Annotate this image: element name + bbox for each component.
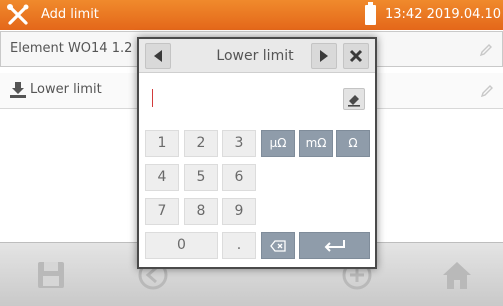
battery-icon (365, 2, 376, 25)
lower-limit-dialog: Lower limit 1 2 3 µΩ mΩ Ω 4 5 6 7 8 9 0 … (137, 37, 377, 269)
backspace-button[interactable] (261, 232, 295, 259)
backspace-icon (270, 240, 286, 252)
lower-limit-label: Lower limit (30, 82, 102, 97)
enter-icon (324, 240, 345, 252)
key-1[interactable]: 1 (145, 130, 179, 157)
wrench-screwdriver-icon (7, 4, 29, 25)
arrow-left-icon (154, 50, 162, 62)
unit-milliohm-key[interactable]: mΩ (299, 130, 333, 157)
next-button[interactable] (311, 43, 337, 69)
key-dot[interactable]: . (222, 232, 256, 259)
text-caret (152, 89, 153, 107)
pencil-icon[interactable] (478, 42, 494, 58)
pencil-icon[interactable] (479, 83, 495, 99)
value-input[interactable] (139, 74, 375, 124)
clear-button[interactable] (343, 88, 365, 110)
dialog-title: Lower limit (216, 48, 294, 64)
key-6[interactable]: 6 (222, 164, 256, 191)
unit-ohm-key[interactable]: Ω (336, 130, 370, 157)
key-0[interactable]: 0 (145, 232, 218, 259)
eraser-icon (348, 95, 360, 107)
download-arrow-icon (10, 82, 26, 98)
key-7[interactable]: 7 (145, 198, 179, 225)
save-icon[interactable] (34, 258, 68, 292)
close-icon (349, 49, 363, 63)
unit-microohm-key[interactable]: µΩ (261, 130, 295, 157)
element-name-label: Element WO14 1.2 (10, 41, 133, 56)
key-4[interactable]: 4 (145, 164, 179, 191)
arrow-right-icon (320, 50, 328, 62)
clock-readout: 13:42 2019.04.10 (385, 7, 502, 22)
key-2[interactable]: 2 (184, 130, 218, 157)
prev-button[interactable] (145, 43, 171, 69)
key-9[interactable]: 9 (222, 198, 256, 225)
page-title: Add limit (41, 7, 99, 22)
enter-button[interactable] (299, 232, 370, 259)
close-button[interactable] (343, 43, 369, 69)
key-8[interactable]: 8 (184, 198, 218, 225)
key-5[interactable]: 5 (184, 164, 218, 191)
numeric-keypad: 1 2 3 µΩ mΩ Ω 4 5 6 7 8 9 0 . (139, 126, 375, 267)
key-3[interactable]: 3 (222, 130, 256, 157)
title-bar: Add limit 13:42 2019.04.10 (0, 0, 503, 30)
dialog-header: Lower limit (139, 39, 375, 73)
home-icon[interactable] (440, 258, 474, 292)
